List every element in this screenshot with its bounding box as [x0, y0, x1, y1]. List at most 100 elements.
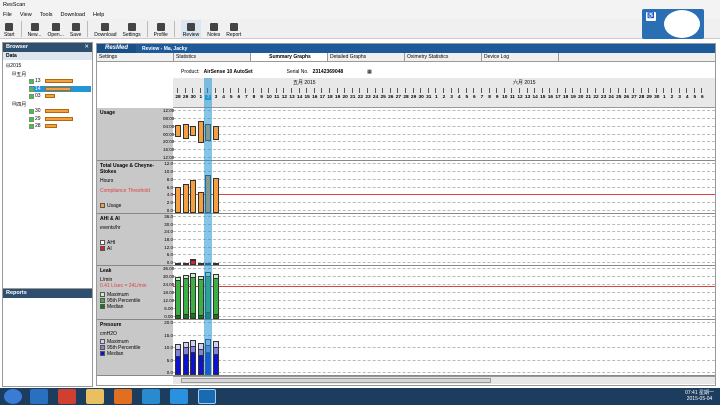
- calendar-day[interactable]: 6: [471, 95, 477, 100]
- tree-item[interactable]: 13: [29, 78, 73, 84]
- calendar-day[interactable]: 1: [198, 95, 204, 100]
- start-orb-icon[interactable]: [4, 389, 22, 404]
- review-button[interactable]: Review: [180, 19, 202, 38]
- calendar-day[interactable]: 29: [646, 95, 652, 100]
- tree-item-selected[interactable]: 14: [29, 86, 91, 92]
- calendar-day[interactable]: 1: [661, 95, 667, 100]
- tab-device-log[interactable]: Device Log: [482, 53, 559, 61]
- calendar-day[interactable]: 16: [547, 95, 553, 100]
- new-button[interactable]: New...: [28, 20, 41, 38]
- tab-statistics[interactable]: Statistics: [174, 53, 251, 61]
- calendar-day[interactable]: 28: [639, 95, 645, 100]
- calendar-day[interactable]: 25: [616, 95, 622, 100]
- calendar-day[interactable]: 11: [274, 95, 280, 100]
- calendar-day[interactable]: 9: [494, 95, 500, 100]
- tree-item[interactable]: 28: [29, 123, 57, 129]
- download-button[interactable]: Download: [94, 20, 117, 38]
- calendar-day[interactable]: 29: [411, 95, 417, 100]
- calendar-day[interactable]: 23: [365, 95, 371, 100]
- tree-month-april[interactable]: ⊟ 四月: [12, 101, 26, 108]
- tab-settings[interactable]: Settings: [97, 53, 174, 61]
- calendar-day[interactable]: 16: [312, 95, 318, 100]
- calendar-day[interactable]: 9: [259, 95, 265, 100]
- menu-help[interactable]: Help: [93, 12, 104, 18]
- tree-month-may[interactable]: ⊟ 五月: [12, 71, 26, 78]
- calendar-day[interactable]: 15: [304, 95, 310, 100]
- calendar-day[interactable]: 19: [335, 95, 341, 100]
- calendar-day[interactable]: 7: [243, 95, 249, 100]
- calendar-day[interactable]: 10: [266, 95, 272, 100]
- menu-tools[interactable]: Tools: [40, 12, 53, 18]
- calendar-day[interactable]: 20: [578, 95, 584, 100]
- calendar-day[interactable]: 13: [289, 95, 295, 100]
- profile-button[interactable]: Profile: [154, 20, 168, 38]
- calendar-day[interactable]: 17: [555, 95, 561, 100]
- calendar-day[interactable]: 4: [221, 95, 227, 100]
- calendar-day[interactable]: 8: [251, 95, 257, 100]
- calendar-day[interactable]: 21: [350, 95, 356, 100]
- calendar-day[interactable]: 28: [403, 95, 409, 100]
- calendar-day[interactable]: 1: [433, 95, 439, 100]
- calendar-icon[interactable]: ▦: [367, 69, 372, 75]
- calendar-day[interactable]: 26: [388, 95, 394, 100]
- calendar-day[interactable]: 2: [441, 95, 447, 100]
- menu-file[interactable]: File: [3, 12, 12, 18]
- calendar-day[interactable]: 25: [380, 95, 386, 100]
- settings-button[interactable]: Settings: [123, 20, 141, 38]
- calendar-day[interactable]: 4: [684, 95, 690, 100]
- calendar-day[interactable]: 23: [601, 95, 607, 100]
- calendar-day[interactable]: 5: [228, 95, 234, 100]
- calendar-day[interactable]: 15: [540, 95, 546, 100]
- calendar-day[interactable]: 27: [631, 95, 637, 100]
- start-button[interactable]: Start: [4, 20, 15, 38]
- calendar-day[interactable]: 17: [319, 95, 325, 100]
- calendar-day[interactable]: 5: [692, 95, 698, 100]
- calendar-day[interactable]: 10: [502, 95, 508, 100]
- calendar-day[interactable]: 7: [479, 95, 485, 100]
- calendar-day[interactable]: 24: [608, 95, 614, 100]
- scroll-thumb[interactable]: [181, 378, 491, 383]
- open-button[interactable]: Open...: [47, 20, 64, 38]
- tab-detailed-graphs[interactable]: Detailed Graphs: [328, 53, 405, 61]
- tab-oximetry-statistics[interactable]: Oximetry Statistics: [405, 53, 482, 61]
- calendar-day[interactable]: 30: [190, 95, 196, 100]
- calendar-day[interactable]: 24: [373, 95, 379, 100]
- calendar-day[interactable]: 13: [525, 95, 531, 100]
- horizontal-scrollbar[interactable]: [173, 376, 715, 384]
- report-button[interactable]: Report: [226, 20, 241, 38]
- calendar-day[interactable]: 4: [456, 95, 462, 100]
- calendar-day[interactable]: 6: [699, 95, 705, 100]
- folder-icon[interactable]: [86, 389, 104, 404]
- calendar-day[interactable]: 5: [464, 95, 470, 100]
- menu-download[interactable]: Download: [61, 12, 85, 18]
- calendar-day[interactable]: 22: [593, 95, 599, 100]
- calendar-day[interactable]: 30: [418, 95, 424, 100]
- tree-item[interactable]: 29: [29, 116, 73, 122]
- calendar-day[interactable]: 12: [281, 95, 287, 100]
- calendar-day[interactable]: 11: [509, 95, 515, 100]
- calendar-day[interactable]: 31: [426, 95, 432, 100]
- menu-view[interactable]: View: [20, 12, 32, 18]
- calendar-day[interactable]: 22: [357, 95, 363, 100]
- calendar-day[interactable]: 21: [585, 95, 591, 100]
- calendar-day[interactable]: 6: [236, 95, 242, 100]
- calendar-day[interactable]: 2: [669, 95, 675, 100]
- calendar-day[interactable]: 27: [395, 95, 401, 100]
- calendar-day[interactable]: 20: [342, 95, 348, 100]
- chrome-icon[interactable]: [58, 389, 76, 404]
- tree-item[interactable]: 03: [29, 93, 55, 99]
- calendar-day[interactable]: 3: [213, 95, 219, 100]
- ie-icon[interactable]: [30, 389, 48, 404]
- calendar-day[interactable]: 3: [449, 95, 455, 100]
- calendar-day[interactable]: 14: [297, 95, 303, 100]
- skype-icon[interactable]: [170, 389, 188, 404]
- tree-year[interactable]: ⊟ 2015: [6, 63, 21, 69]
- calendar-day[interactable]: 3: [677, 95, 683, 100]
- close-icon[interactable]: ✕: [84, 43, 89, 52]
- calendar-day[interactable]: 30: [654, 95, 660, 100]
- tab-summary-graphs[interactable]: Summary Graphs: [251, 53, 328, 61]
- notes-button[interactable]: Notes: [207, 20, 220, 38]
- media-icon[interactable]: [114, 389, 132, 404]
- app-icon[interactable]: [142, 389, 160, 404]
- calendar-day[interactable]: 8: [487, 95, 493, 100]
